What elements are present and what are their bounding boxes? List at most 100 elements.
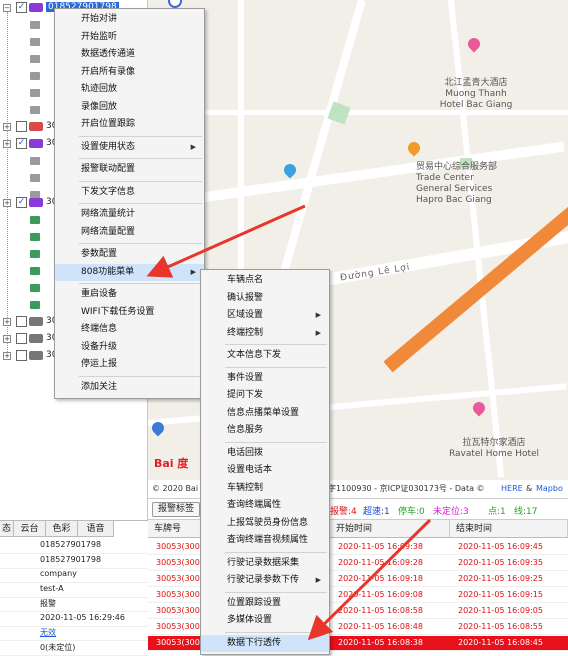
status-alarm[interactable]: 报警:4 [330, 504, 357, 517]
menu-item[interactable]: 开始监听 [55, 29, 204, 47]
submenu-arrow-icon: ▶ [190, 142, 196, 151]
shop-pin-icon[interactable] [405, 139, 423, 157]
menu-item[interactable]: WIFI下载任务设置 [55, 304, 204, 322]
expand-icon[interactable]: + [3, 318, 11, 326]
expand-icon[interactable]: + [3, 199, 11, 207]
expand-icon[interactable]: + [3, 123, 11, 131]
menu-item[interactable]: 设备升级 [55, 339, 204, 357]
menu-item[interactable]: 参数配置 [55, 246, 204, 264]
poi-trade-en1: Trade Center [416, 173, 474, 183]
menu-item[interactable]: 多媒体设置 ▶ [201, 612, 329, 630]
menu-item[interactable]: 重启设备 [55, 286, 204, 304]
hotel-pin-icon[interactable] [465, 35, 483, 53]
compass-icon[interactable] [168, 0, 182, 8]
cell-plate: 30053(300 [156, 590, 200, 599]
menu-item-label: 网络流量统计 [81, 209, 136, 219]
menu-item[interactable]: 信息服务 [201, 422, 329, 440]
copyright-here-link[interactable]: HERE [501, 480, 523, 498]
menu-item-label: 行驶记录参数下传 [227, 575, 300, 585]
detail-row: 018527901798 [0, 554, 148, 569]
menu-item[interactable]: 车辆控制 [201, 480, 329, 498]
menu-item[interactable]: 查询终端属性 [201, 497, 329, 515]
tree-checkbox[interactable]: ✓ [16, 138, 27, 149]
menu-item[interactable]: 报警联动配置 [55, 161, 204, 179]
menu-item[interactable]: 行驶记录数据采集 [201, 555, 329, 573]
menu-item[interactable]: 区域设置 ▶ [201, 307, 329, 325]
menu-item[interactable]: 查询终端音视频属性 [201, 532, 329, 550]
menu-item[interactable]: 808功能菜单 ▶ [55, 263, 204, 281]
menu-separator [79, 180, 202, 182]
menu-item-label: 信息点播菜单设置 [227, 407, 300, 418]
grid-header-end[interactable]: 结束时间 [450, 520, 568, 538]
menu-item[interactable]: 行驶记录参数下传 ▶ [201, 572, 329, 590]
tree-checkbox[interactable]: ✓ [16, 197, 27, 208]
copyright-mapbox-link[interactable]: Mapbo [536, 480, 563, 498]
menu-item[interactable]: 终端信息 [55, 321, 204, 339]
tree-checkbox[interactable] [16, 316, 27, 327]
menu-item[interactable]: 设置电话本 [201, 462, 329, 480]
detail-header-voice[interactable]: 语音 [78, 521, 114, 537]
expand-icon[interactable]: + [3, 140, 11, 148]
tree-checkbox[interactable] [16, 333, 27, 344]
status-unlocated[interactable]: 未定位:3 [433, 504, 469, 517]
menu-item[interactable]: 事件设置 [201, 370, 329, 388]
menu-item-label: 查询终端属性 [227, 500, 282, 510]
menu-item[interactable]: 设置使用状态 ▶ [55, 139, 204, 157]
menu-item[interactable]: 网络流量统计 [55, 206, 204, 224]
detail-header-status[interactable]: 态 [0, 521, 14, 537]
menu-item[interactable]: 位置跟踪设置 [201, 595, 329, 613]
menu-item[interactable]: 提问下发 [201, 387, 329, 405]
bus-stop-pin-icon[interactable] [281, 161, 299, 179]
menu-item[interactable]: 数据下行透传 [201, 634, 329, 652]
menu-item[interactable]: 网络流量配置 [55, 224, 204, 242]
menu-item[interactable]: 开启所有录像 [55, 64, 204, 82]
menu-item[interactable]: 开始对讲 [55, 11, 204, 29]
menu-item-label: 数据下行透传 [227, 637, 282, 648]
menu-item-label: 提问下发 [227, 390, 264, 400]
menu-item-label: 行驶记录数据采集 [227, 557, 300, 568]
poi-hotel[interactable]: 北江孟青大酒店 Muong Thanh Hotel Bac Giang [436, 78, 516, 111]
menu-item[interactable]: 确认报警 [201, 290, 329, 308]
menu-item[interactable]: 车辆点名 [201, 272, 329, 290]
menu-item[interactable]: 信息点播菜单设置 [201, 405, 329, 423]
status-line[interactable]: 线:17 [514, 504, 538, 517]
expand-icon[interactable]: + [3, 352, 11, 360]
status-point[interactable]: 点:1 [488, 504, 506, 517]
cell-end: 2020-11-05 16:09:15 [458, 590, 543, 599]
grid-header-start[interactable]: 开始时间 [330, 520, 450, 538]
menu-item[interactable]: 录像回放 [55, 99, 204, 117]
menu-item[interactable]: 添加关注 [55, 379, 204, 397]
status-speeding[interactable]: 超速:1 [363, 504, 390, 517]
expand-icon[interactable]: + [3, 335, 11, 343]
tree-checkbox[interactable] [16, 350, 27, 361]
detail-header-color[interactable]: 色彩 [46, 521, 78, 537]
menu-item-label: 位置跟踪设置 [227, 597, 282, 608]
menu-item[interactable]: 文本信息下发 [201, 347, 329, 365]
vehicle-leaf-icon [30, 106, 40, 114]
menu-separator [79, 283, 202, 284]
collapse-icon[interactable]: − [3, 4, 11, 12]
detail-header-ptz[interactable]: 云台 [14, 521, 46, 537]
status-parking[interactable]: 停车:0 [398, 504, 425, 517]
menu-item-label: 确认报警 [227, 292, 264, 303]
menu-item[interactable]: 开启位置跟踪 [55, 116, 204, 134]
menu-item[interactable]: 终端控制 ▶ [201, 325, 329, 343]
menu-item[interactable]: 停运上报 [55, 356, 204, 374]
alarm-tag-button[interactable]: 报警标签 [152, 502, 201, 517]
poi-trade-center[interactable]: 贸易中心综合服务部 Trade Center General Services … [416, 162, 516, 206]
menu-item[interactable]: 轨迹回放 [55, 81, 204, 99]
cell-end: 2020-11-05 16:09:45 [458, 542, 543, 551]
menu-item[interactable]: 下发文字信息 [55, 184, 204, 202]
detail-value[interactable]: 无效 [40, 627, 56, 638]
menu-item[interactable]: 数据透传通道 [55, 46, 204, 64]
menu-item[interactable]: 上报驾驶员身份信息 [201, 515, 329, 533]
poi-ravatel[interactable]: 拉瓦特尔家酒店 Ravatel Home Hotel [444, 438, 544, 460]
detail-value: 报警 [40, 599, 56, 608]
vehicle-icon [29, 317, 43, 326]
ravatel-pin-icon[interactable] [470, 399, 488, 417]
copyright-left: © 2020 Bai [152, 484, 199, 493]
tree-checkbox[interactable] [16, 121, 27, 132]
cell-end: 2020-11-05 16:09:35 [458, 558, 543, 567]
tree-checkbox[interactable]: ✓ [16, 2, 27, 13]
menu-item[interactable]: 电话回拨 [201, 445, 329, 463]
